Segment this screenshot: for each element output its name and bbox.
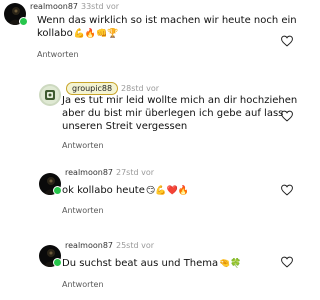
comment-text-line: Wenn das wirklich so ist machen wir heut…: [37, 15, 297, 26]
comment-text: kollabo: [37, 28, 73, 39]
comment-text: Du suchst beat aus und Thema: [62, 258, 219, 269]
heart-icon[interactable]: [280, 35, 294, 47]
online-indicator: [19, 17, 28, 26]
username[interactable]: realmoon87: [65, 241, 113, 250]
timestamp: 33std vor: [81, 2, 120, 11]
reply-button[interactable]: Antworten: [62, 280, 104, 290]
heart-icon[interactable]: [280, 110, 294, 122]
online-indicator: [53, 258, 62, 267]
comments-page: realmoon87 33std vor Wenn das wirklich so…: [0, 0, 300, 300]
comment-header: realmoon87 27std vor: [65, 168, 154, 178]
emoji-group: 🤏🍀: [219, 259, 242, 269]
comment-text-line: Ja es tut mir leid wollte mich an dir ho…: [62, 95, 298, 106]
comment-text: ok kollabo heute: [62, 185, 145, 196]
online-indicator: [53, 186, 62, 195]
emoji-group: 😏💪❤️🔥: [145, 186, 189, 196]
username[interactable]: realmoon87: [65, 168, 113, 177]
comment-header: realmoon87 33std vor: [30, 2, 119, 12]
avatar[interactable]: [39, 84, 61, 106]
reply-button[interactable]: Antworten: [62, 206, 104, 216]
timestamp: 27std vor: [116, 168, 155, 177]
timestamp: 28std vor: [121, 84, 160, 93]
comment-text-line: kollabo💪🔥👊🏆: [37, 27, 119, 41]
comment-text-line: unseren Streit vergessen: [62, 121, 188, 132]
reply-button[interactable]: Antworten: [37, 50, 79, 60]
user-avatar-icon: [39, 84, 61, 106]
reply-button[interactable]: Antworten: [62, 141, 104, 151]
timestamp: 25std vor: [116, 241, 155, 250]
comment-text-line: Du suchst beat aus und Thema🤏🍀: [62, 257, 242, 271]
heart-icon[interactable]: [280, 256, 294, 268]
comment-text-line: aber du bist mir überlegen ich gebe auf …: [62, 108, 284, 119]
username[interactable]: realmoon87: [30, 2, 78, 11]
emoji-group: 💪🔥👊🏆: [73, 29, 119, 39]
heart-icon[interactable]: [280, 184, 294, 196]
comment-header: realmoon87 25std vor: [65, 241, 154, 251]
comment-text-line: ok kollabo heute😏💪❤️🔥: [62, 184, 189, 198]
